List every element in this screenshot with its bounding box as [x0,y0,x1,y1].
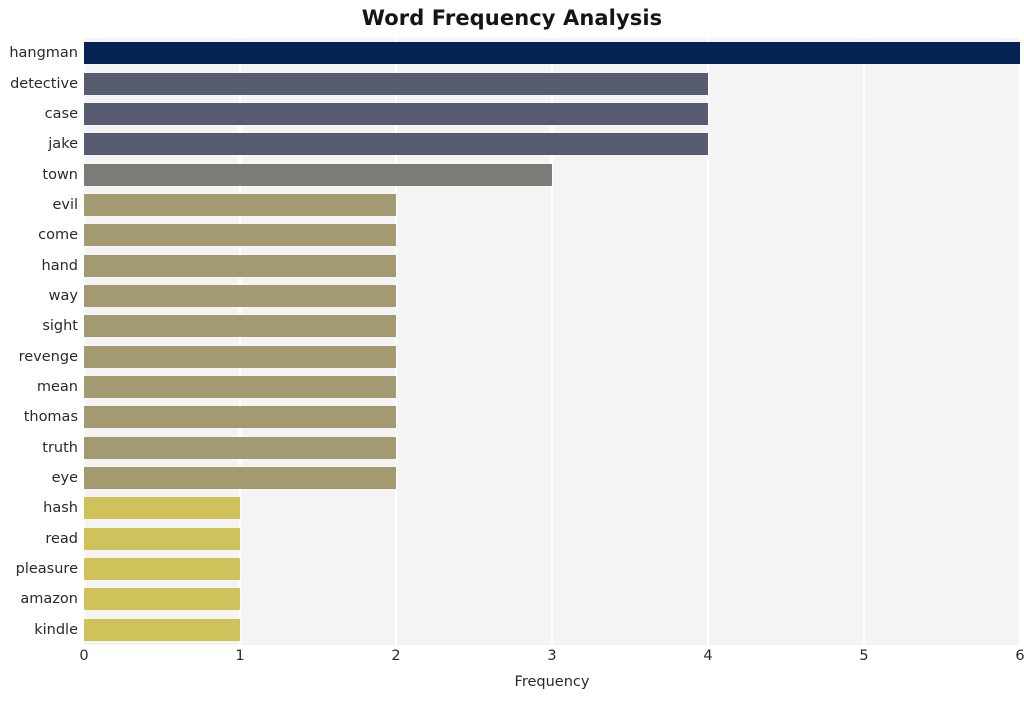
y-tick-label-hash: hash [43,500,78,517]
y-tick-label-detective: detective [10,75,78,92]
y-tick-label-sight: sight [42,318,78,335]
x-tick-label-4: 4 [703,648,713,664]
bar-hand[interactable] [84,254,396,277]
bar-thomas[interactable] [84,406,396,429]
x-axis-label: Frequency [514,674,590,690]
y-tick-label-truth: truth [42,439,78,456]
y-tick-label-hand: hand [41,257,78,274]
y-tick-label-evil: evil [52,196,78,213]
bar-jake[interactable] [84,133,708,156]
y-axis-tick-labels: hangman detective case jake town evil come hand… [0,38,78,645]
x-tick-label-2: 2 [391,648,401,664]
plot-area [83,38,1021,645]
y-tick-label-revenge: revenge [18,348,78,365]
y-tick-label-thomas: thomas [23,409,78,426]
bar-evil[interactable] [84,193,396,216]
y-tick-label-kindle: kindle [34,621,78,638]
x-tick-label-6: 6 [1015,648,1024,664]
bar-eye[interactable] [84,467,396,490]
bar-sight[interactable] [84,315,396,338]
x-tick-label-1: 1 [235,648,245,664]
bar-amazon[interactable] [84,588,240,611]
bar-detective[interactable] [84,72,708,95]
x-tick-label-0: 0 [79,648,89,664]
bar-hash[interactable] [84,497,240,520]
bar-way[interactable] [84,284,396,307]
y-tick-label-mean: mean [36,379,78,396]
x-tick-label-5: 5 [859,648,869,664]
y-tick-label-town: town [42,166,78,183]
y-tick-label-come: come [38,227,78,244]
y-tick-label-hangman: hangman [9,45,78,62]
y-tick-label-case: case [44,105,78,122]
y-tick-label-amazon: amazon [20,591,78,608]
y-tick-label-eye: eye [51,470,78,487]
bar-pleasure[interactable] [84,558,240,581]
chart-title: Word Frequency Analysis [361,6,663,30]
bar-truth[interactable] [84,436,396,459]
x-axis-tick-labels: 0 1 2 3 4 5 6 [79,648,1024,672]
y-tick-label-read: read [45,530,78,547]
y-tick-label-pleasure: pleasure [15,561,78,578]
y-tick-label-jake: jake [48,136,78,153]
bar-revenge[interactable] [84,345,396,368]
bar-town[interactable] [84,163,552,186]
y-tick-label-way: way [48,287,78,304]
bar-case[interactable] [84,102,708,125]
bar-mean[interactable] [84,376,396,399]
chart-figure: Word Frequency Analysis hangman detective… [0,0,1024,701]
bar-hangman[interactable] [84,42,1020,65]
x-tick-label-3: 3 [547,648,557,664]
bars-container [84,38,1020,645]
bar-read[interactable] [84,527,240,550]
bar-come[interactable] [84,224,396,247]
bar-kindle[interactable] [84,618,240,641]
